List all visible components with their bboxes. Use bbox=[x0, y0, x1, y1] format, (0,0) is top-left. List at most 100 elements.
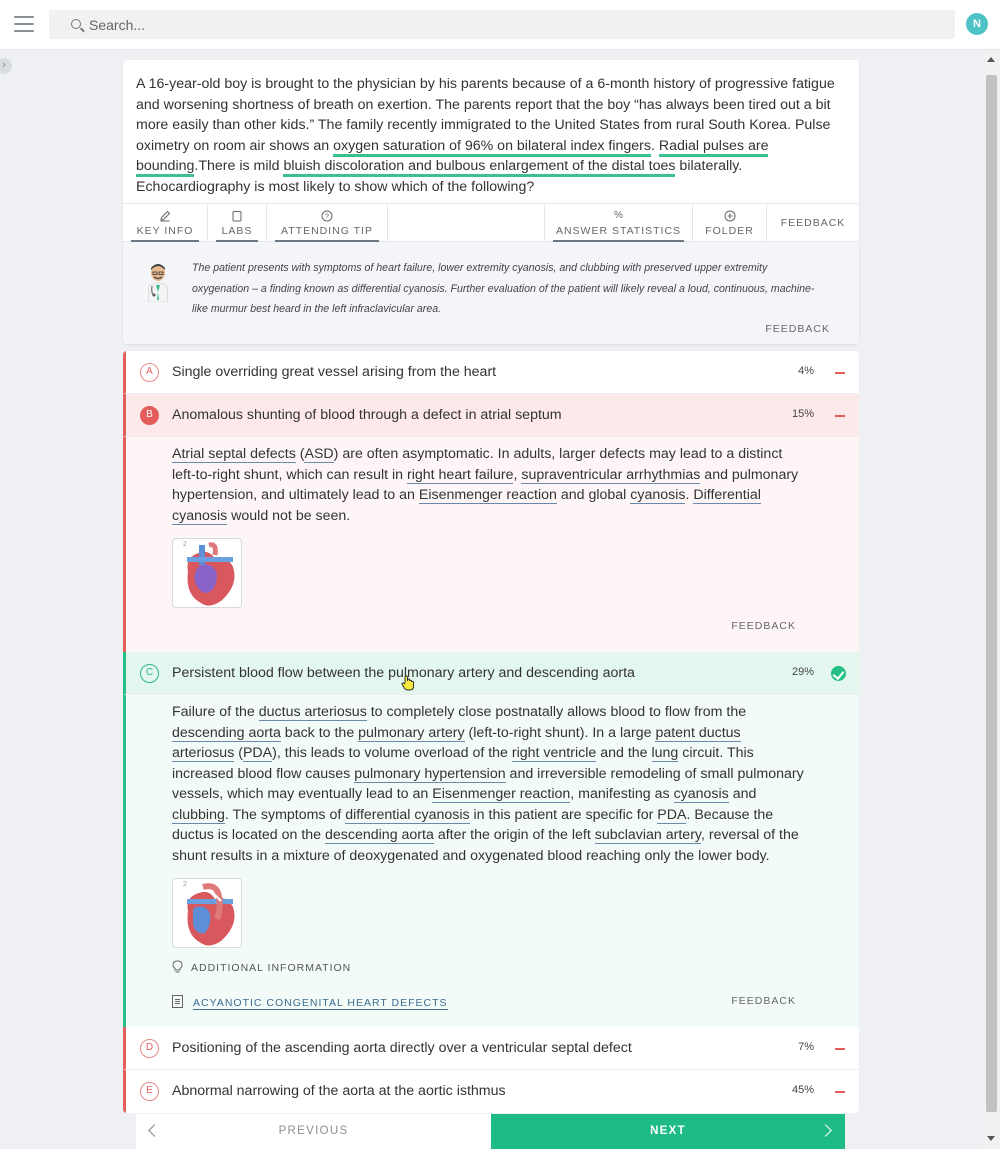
text-segment: back to the bbox=[280, 724, 359, 741]
answer-option-d[interactable]: D Positioning of the ascending aorta dir… bbox=[123, 1027, 859, 1070]
glossary-link[interactable]: right heart failure bbox=[407, 466, 514, 484]
tab-spacer bbox=[388, 204, 545, 242]
text-segment: . bbox=[650, 137, 659, 154]
sidebar-toggle-chevron-icon[interactable]: › bbox=[0, 58, 12, 74]
explanation-b-feedback-link[interactable]: FEEDBACK bbox=[731, 620, 796, 632]
image-number: 2 bbox=[183, 541, 187, 548]
answer-text: Positioning of the ascending aorta direc… bbox=[172, 1040, 632, 1056]
tab-attending-tip[interactable]: ? ATTENDING TIP bbox=[267, 204, 388, 243]
glossary-link[interactable]: descending aorta bbox=[325, 827, 434, 844]
plus-circle-icon bbox=[724, 210, 736, 222]
next-button-label: NEXT bbox=[650, 1125, 686, 1137]
top-bar: N bbox=[0, 0, 1000, 50]
glossary-link[interactable]: Eisenmenger reaction bbox=[432, 786, 571, 803]
text-segment: after the origin of the left bbox=[433, 827, 595, 843]
glossary-link[interactable]: right ventricle bbox=[511, 745, 597, 762]
article-link[interactable]: ACYANOTIC CONGENITAL HEART DEFECTS bbox=[172, 995, 448, 1010]
tab-answer-statistics[interactable]: % ANSWER STATISTICS bbox=[545, 204, 693, 243]
incorrect-dash-icon bbox=[835, 415, 845, 417]
glossary-link[interactable]: Eisenmenger reaction bbox=[418, 487, 557, 504]
glossary-link[interactable]: Atrial septal defects bbox=[172, 446, 296, 463]
doctor-avatar-icon bbox=[147, 264, 169, 302]
question-stem: A 16-year-old boy is brought to the phys… bbox=[136, 74, 848, 197]
explanation-c: Failure of the ductus arteriosus to comp… bbox=[123, 695, 859, 1027]
lightbulb-icon bbox=[172, 960, 183, 973]
answer-option-a[interactable]: A Single overriding great vessel arising… bbox=[123, 351, 859, 394]
tab-labs[interactable]: LABS bbox=[208, 204, 267, 243]
search-icon bbox=[71, 19, 81, 29]
additional-information-link[interactable]: ADDITIONAL INFORMATION bbox=[172, 960, 351, 974]
tip-feedback-link[interactable]: FEEDBACK bbox=[765, 323, 830, 335]
scrollbar[interactable] bbox=[983, 51, 1000, 1149]
answer-list: A Single overriding great vessel arising… bbox=[123, 351, 859, 1113]
text-segment: would not be seen. bbox=[227, 507, 351, 524]
answer-option-e[interactable]: E Abnormal narrowing of the aorta at the… bbox=[123, 1070, 859, 1113]
incorrect-dash-icon bbox=[835, 1091, 845, 1093]
hand-cursor-icon bbox=[401, 675, 415, 691]
question-navigation: PREVIOUS NEXT bbox=[136, 1114, 845, 1149]
answer-letter: E bbox=[140, 1082, 159, 1101]
answer-percent: 7% bbox=[798, 1041, 814, 1053]
tab-feedback[interactable]: FEEDBACK bbox=[767, 204, 859, 242]
glossary-link[interactable]: subclavian artery bbox=[594, 827, 701, 844]
text-segment: ( bbox=[234, 745, 243, 761]
text-segment: and the bbox=[596, 745, 652, 761]
text-segment: and global bbox=[556, 487, 631, 503]
scroll-thumb[interactable] bbox=[986, 75, 997, 1112]
previous-button[interactable]: PREVIOUS bbox=[136, 1114, 491, 1149]
search-input[interactable] bbox=[89, 14, 689, 36]
attending-tip-panel: The patient presents with symptoms of he… bbox=[123, 242, 859, 344]
answer-text: Single overriding great vessel arising f… bbox=[172, 364, 497, 380]
article-link-label: ACYANOTIC CONGENITAL HEART DEFECTS bbox=[193, 997, 448, 1010]
tab-key-info[interactable]: KEY INFO bbox=[123, 204, 208, 243]
tab-feedback-label: FEEDBACK bbox=[780, 217, 846, 229]
glossary-link[interactable]: clubbing bbox=[172, 806, 225, 824]
glossary-link[interactable]: ASD bbox=[304, 446, 334, 463]
text-segment: . The symptoms of bbox=[224, 806, 346, 823]
scroll-up-arrow-icon[interactable] bbox=[987, 57, 995, 62]
previous-button-label: PREVIOUS bbox=[278, 1125, 349, 1137]
incorrect-dash-icon bbox=[835, 372, 845, 374]
explanation-c-image-thumbnail[interactable]: 2 bbox=[172, 878, 242, 948]
search-bar[interactable] bbox=[49, 10, 955, 39]
tab-answer-statistics-label: ANSWER STATISTICS bbox=[555, 225, 682, 237]
answer-text: Abnormal narrowing of the aorta at the a… bbox=[172, 1083, 506, 1099]
answer-letter: D bbox=[140, 1039, 159, 1058]
text-segment: ), this leads to volume overload of the bbox=[272, 745, 512, 761]
glossary-link[interactable]: supraventricular arrhythmias bbox=[521, 466, 701, 484]
next-button[interactable]: NEXT bbox=[491, 1114, 845, 1149]
tab-folder[interactable]: FOLDER bbox=[693, 204, 767, 242]
highlighted-finding: oxygen saturation of 96% on bilateral in… bbox=[333, 137, 651, 157]
answer-letter: C bbox=[140, 664, 159, 683]
explanation-b-text: Atrial septal defects (ASD) are often as… bbox=[172, 444, 804, 526]
glossary-link[interactable]: PDA bbox=[242, 745, 273, 762]
svg-text:?: ? bbox=[325, 214, 329, 221]
glossary-link[interactable]: pulmonary hypertension bbox=[354, 765, 506, 783]
glossary-link[interactable]: cyanosis bbox=[673, 786, 729, 803]
pencil-icon bbox=[159, 210, 171, 222]
explanation-c-feedback-link[interactable]: FEEDBACK bbox=[731, 995, 796, 1007]
scroll-down-arrow-icon[interactable] bbox=[987, 1136, 995, 1141]
answer-percent: 29% bbox=[791, 666, 814, 678]
glossary-link[interactable]: PDA bbox=[657, 806, 687, 824]
explanation-b-image-thumbnail[interactable]: 2 bbox=[172, 538, 242, 608]
tab-attending-tip-label: ATTENDING TIP bbox=[281, 225, 373, 237]
glossary-link[interactable]: ductus arteriosus bbox=[258, 704, 367, 721]
answer-percent: 4% bbox=[798, 365, 814, 377]
hamburger-menu-icon[interactable] bbox=[14, 16, 34, 32]
glossary-link[interactable]: lung bbox=[651, 745, 679, 762]
answer-option-b[interactable]: B Anomalous shunting of blood through a … bbox=[123, 394, 859, 437]
glossary-link[interactable]: differential cyanosis bbox=[345, 806, 470, 824]
explanation-c-text: Failure of the ductus arteriosus to comp… bbox=[172, 702, 804, 866]
glossary-link[interactable]: cyanosis bbox=[630, 487, 686, 504]
answer-text: Anomalous shunting of blood through a de… bbox=[172, 407, 562, 423]
glossary-link[interactable]: descending aorta bbox=[172, 724, 281, 742]
text-segment: .There is mild bbox=[194, 158, 284, 174]
explanation-b: Atrial septal defects (ASD) are often as… bbox=[123, 437, 859, 652]
avatar[interactable]: N bbox=[966, 13, 988, 35]
answer-option-c[interactable]: C Persistent blood flow between the pulm… bbox=[123, 652, 859, 695]
text-segment: and bbox=[728, 786, 757, 802]
additional-information-label: ADDITIONAL INFORMATION bbox=[191, 962, 352, 974]
glossary-link[interactable]: pulmonary artery bbox=[358, 724, 465, 742]
answer-letter: B bbox=[140, 406, 159, 425]
